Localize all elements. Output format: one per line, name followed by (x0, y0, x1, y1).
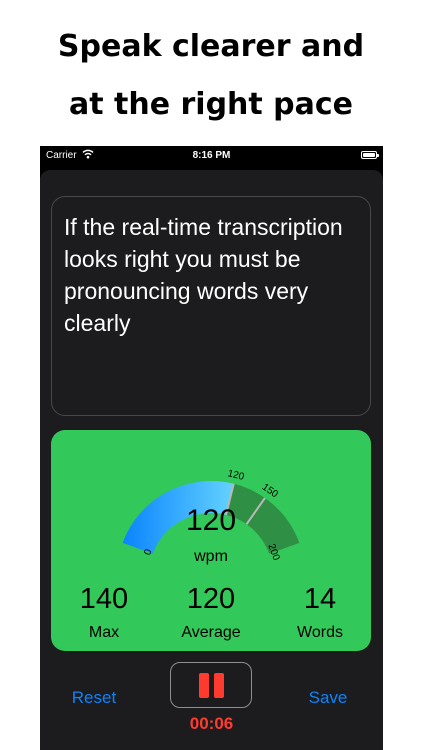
stat-max-label: Max (88, 624, 120, 641)
headline-line-1: Speak clearer and (57, 29, 365, 64)
battery-icon (361, 151, 379, 159)
phone-screen: Carrier 8:16 PM If the real-time transcr… (40, 146, 383, 750)
reset-button[interactable]: Reset (62, 688, 126, 708)
pace-gauge-card: 0 120 150 200 120 wpm 140 Max 120 Average 1… (51, 430, 371, 651)
stat-words-value: 14 (303, 583, 337, 615)
stat-average: 120 Average (161, 582, 261, 644)
current-pace-value: 120 (185, 504, 237, 537)
stat-words: 14 Words (270, 582, 370, 644)
stat-max: 140 Max (54, 582, 154, 644)
save-button[interactable]: Save (296, 688, 360, 708)
headline-line-2: at the right pace (68, 87, 354, 122)
stat-average-value: 120 (186, 583, 236, 615)
gauge-tick-label: 120 (226, 468, 245, 483)
stat-average-label: Average (181, 624, 241, 641)
elapsed-time: 00:06 (189, 714, 234, 733)
pace-unit-label: wpm (194, 548, 228, 565)
stat-words-label: Words (297, 624, 343, 641)
headline: Speak clearer and at the right pace (0, 18, 422, 134)
transcription-box: If the real-time transcription looks rig… (51, 196, 371, 416)
status-time: 8:16 PM (192, 150, 231, 161)
recording-controls: Reset Save 00:06 (40, 658, 383, 738)
recorder-sheet: If the real-time transcription looks rig… (40, 170, 383, 750)
pause-button[interactable] (170, 662, 252, 708)
pause-icon (199, 673, 225, 698)
status-bar: Carrier 8:16 PM (40, 146, 383, 166)
stat-max-value: 140 (79, 583, 129, 615)
